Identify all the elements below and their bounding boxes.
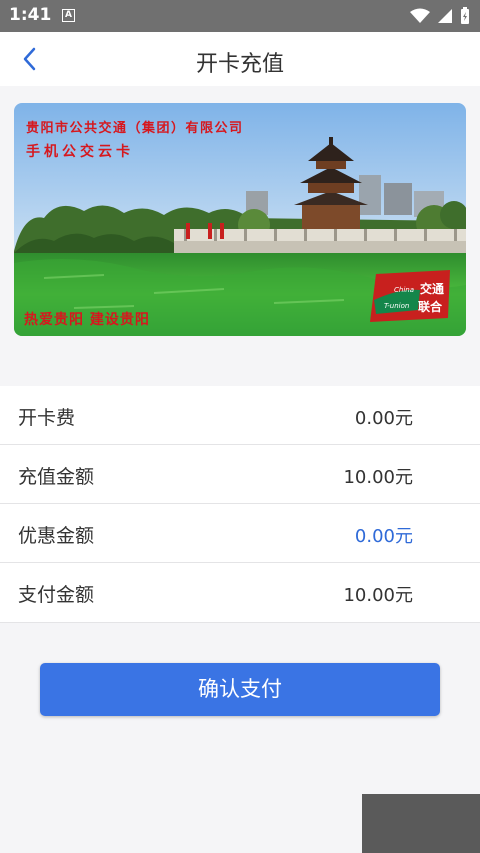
nav-bar: 开卡充值: [0, 32, 480, 86]
fee-value: 0.00元: [354, 526, 413, 547]
logo-cn-bottom: 联合: [418, 300, 443, 314]
system-overlay: [362, 794, 480, 853]
fee-label: 开卡费: [18, 407, 76, 429]
fee-row-card-fee: 开卡费 0.00元: [0, 386, 480, 445]
notification-icon: A: [62, 9, 75, 22]
fee-value: 10.00元: [343, 467, 413, 488]
logo-cn-top: 交通: [420, 282, 445, 296]
china-t-union-logo: 交通 联合 China T-union: [370, 270, 454, 322]
fee-row-discount-amount: 优惠金额 0.00元: [0, 504, 480, 563]
fee-value: 10.00元: [343, 585, 413, 606]
transit-card-image: 贵阳市公共交通（集团）有限公司 手机公交云卡 热爱贵阳 建设贵阳 交通 联合 C…: [14, 103, 466, 336]
logo-en-top: China: [394, 286, 414, 294]
fee-label: 支付金额: [18, 584, 95, 606]
wifi-icon: [410, 8, 430, 23]
fee-label: 充值金额: [18, 466, 95, 488]
card-slogan: 热爱贵阳 建设贵阳: [24, 312, 150, 328]
page-title: 开卡充值: [195, 52, 284, 77]
confirm-pay-button[interactable]: 确认支付: [40, 663, 440, 716]
card-company-name: 贵阳市公共交通（集团）有限公司: [26, 121, 244, 136]
fee-value: 0.00元: [354, 408, 413, 429]
signal-icon: [438, 9, 452, 23]
status-bar: 1:41 A: [0, 0, 480, 32]
logo-en-bottom: T-union: [384, 302, 410, 310]
fee-row-payment-amount: 支付金额 10.00元: [0, 563, 480, 623]
card-name: 手机公交云卡: [26, 144, 134, 160]
fee-label: 优惠金额: [18, 525, 95, 547]
status-time: 1:41: [9, 5, 52, 25]
status-icons: [410, 7, 470, 25]
fee-list: 开卡费 0.00元 充值金额 10.00元 优惠金额 0.00元 支付金额 10…: [0, 386, 480, 623]
battery-icon: [461, 7, 469, 24]
fee-row-recharge-amount: 充值金额 10.00元: [0, 445, 480, 504]
